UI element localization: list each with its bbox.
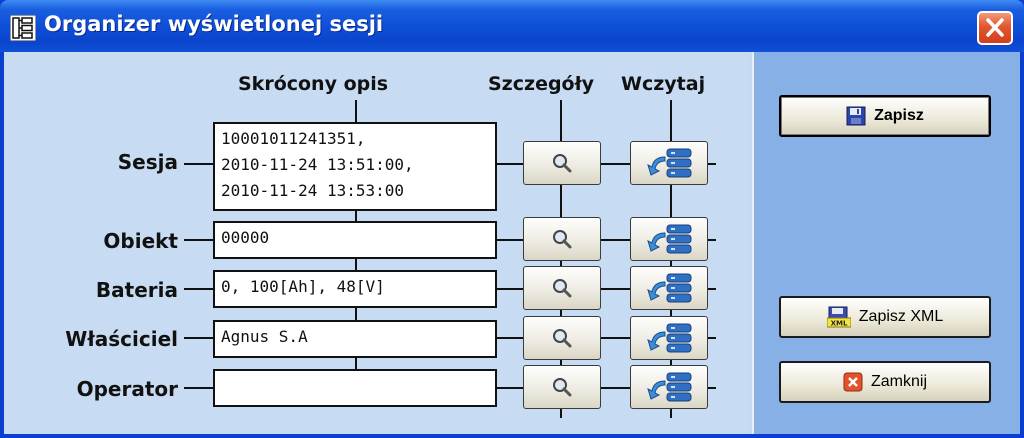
load-from-db-icon: [647, 224, 692, 254]
close-button[interactable]: Zamknij: [779, 361, 991, 403]
owner-summary-field[interactable]: Agnus S.A: [213, 320, 497, 358]
magnifier-icon: [553, 378, 572, 397]
session-summary-field[interactable]: 10001011241351, 2010-11-24 13:51:00, 201…: [213, 122, 497, 211]
header-load: Wczytaj: [621, 73, 706, 95]
row-label-operator: Operator: [76, 377, 178, 401]
dialog-client-area: Skrócony opis Szczegóły Wczytaj Sesja Ob…: [4, 52, 1020, 434]
owner-load-button[interactable]: [630, 316, 708, 360]
connector-line: [355, 308, 357, 320]
magnifier-icon: [553, 329, 572, 348]
close-button-label: Zamknij: [870, 373, 927, 390]
battery-load-button[interactable]: [630, 266, 708, 310]
operator-details-button[interactable]: [523, 365, 601, 409]
row-label-wlasciciel: Właściciel: [65, 327, 178, 351]
operator-load-button[interactable]: [630, 365, 708, 409]
object-load-button[interactable]: [630, 217, 708, 261]
object-details-button[interactable]: [523, 217, 601, 261]
magnifier-icon: [553, 279, 572, 298]
load-from-db-icon: [647, 372, 692, 402]
save-xml-button-label: Zapisz XML: [858, 308, 944, 325]
red-x-icon: [843, 372, 863, 392]
battery-summary-field[interactable]: 0, 100[Ah], 48[V]: [213, 270, 497, 308]
session-details-button[interactable]: [523, 141, 601, 185]
window-close-button[interactable]: [977, 11, 1013, 45]
owner-details-button[interactable]: [523, 316, 601, 360]
floppy-disk-icon: [846, 106, 866, 126]
row-label-obiekt: Obiekt: [103, 229, 178, 253]
operator-summary-field[interactable]: [213, 369, 497, 407]
object-summary-field[interactable]: 00000: [213, 221, 497, 259]
session-load-button[interactable]: [630, 141, 708, 185]
save-xml-button[interactable]: XML Zapisz XML: [779, 296, 991, 338]
connector-line: [184, 239, 214, 241]
close-icon: [986, 18, 1004, 37]
load-from-db-icon: [647, 323, 692, 353]
xml-floppy-icon: XML: [826, 306, 851, 328]
connector-line: [184, 387, 214, 389]
session-info-panel: Skrócony opis Szczegóły Wczytaj Sesja Ob…: [4, 52, 749, 434]
connector-line: [184, 163, 214, 165]
battery-details-button[interactable]: [523, 266, 601, 310]
connector-line: [184, 288, 214, 290]
magnifier-icon: [553, 154, 572, 173]
save-button[interactable]: Zapisz: [779, 95, 991, 137]
header-short-desc: Skrócony opis: [238, 73, 389, 95]
connector-line: [355, 357, 357, 369]
window-title: Organizer wyświetlonej sesji: [44, 12, 384, 36]
title-bar[interactable]: Organizer wyświetlonej sesji: [0, 0, 1024, 52]
header-details: Szczegóły: [488, 73, 595, 95]
magnifier-icon: [553, 230, 572, 249]
connector-line: [184, 337, 214, 339]
svg-text:XML: XML: [830, 320, 847, 328]
load-from-db-icon: [647, 273, 692, 303]
row-label-sesja: Sesja: [117, 150, 178, 174]
organizer-icon: [10, 15, 36, 41]
connector-line: [355, 100, 357, 122]
row-label-bateria: Bateria: [95, 278, 178, 302]
actions-panel: Zapisz XML Zapisz XML Zamknij: [752, 52, 1020, 434]
dialog-window: Organizer wyświetlonej sesji Skrócony op…: [0, 0, 1024, 438]
save-button-label: Zapisz: [874, 107, 924, 124]
load-from-db-icon: [647, 148, 692, 178]
